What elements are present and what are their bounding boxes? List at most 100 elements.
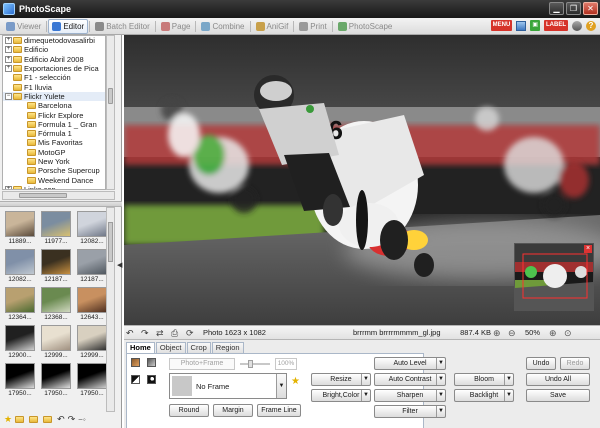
auto-level-button[interactable]: Auto Level ▼ — [374, 357, 446, 370]
thumbnail-item[interactable]: 12082... — [76, 211, 108, 249]
expand-toggle-icon[interactable]: + — [5, 55, 12, 63]
folder-tree-item[interactable]: F1 - selección — [3, 73, 105, 82]
resize-button[interactable]: Resize ▼ — [311, 373, 371, 386]
redo-button[interactable]: Redo — [560, 357, 590, 370]
back-arrow-icon[interactable]: ↶ — [57, 414, 65, 425]
folder-tree-item[interactable]: Flickr Explore — [3, 110, 105, 120]
favorite-star-icon[interactable]: ★ — [4, 414, 12, 425]
frame-style-icon[interactable] — [147, 358, 156, 367]
sharpen-button[interactable]: Sharpen ▼ — [374, 389, 446, 402]
effect-icon[interactable] — [147, 375, 156, 384]
menu-button[interactable]: MENU — [490, 20, 513, 31]
photo-frame-toggle[interactable]: Photo+Frame — [169, 358, 235, 370]
folder-tree-item[interactable]: + Edificio — [3, 45, 105, 54]
sharpen-dropdown-icon[interactable]: ▼ — [436, 390, 445, 401]
backlight-dropdown-icon[interactable]: ▼ — [504, 390, 513, 401]
save-button[interactable]: Save — [526, 389, 590, 402]
thumbnail-size-slider-icon[interactable]: −◦ — [78, 415, 86, 424]
rotate-right-icon[interactable]: ↷ — [141, 328, 152, 338]
frame-size-slider-knob[interactable] — [248, 360, 253, 368]
thumbnail-scroll-thumb[interactable] — [108, 222, 113, 262]
edit-tab-home[interactable]: Home — [126, 342, 155, 353]
save-image-icon[interactable]: ⎙ — [171, 328, 182, 338]
tab-viewer[interactable]: Viewer — [2, 19, 45, 34]
auto-contrast-button[interactable]: Auto Contrast ▼ — [374, 373, 446, 386]
bright-color-button[interactable]: Bright,Color ▼ — [311, 389, 371, 402]
zoom-fit-icon[interactable]: ⊕ — [493, 328, 504, 338]
collapse-sidebar-icon[interactable]: ◀ — [117, 261, 122, 269]
zoom-in-icon[interactable]: ⊕ — [549, 328, 560, 338]
undo-all-button[interactable]: Undo All — [526, 373, 590, 386]
chevron-down-icon[interactable]: ▼ — [276, 374, 286, 398]
folder-tree-item[interactable]: + Edificio Abril 2008 — [3, 55, 105, 64]
filter-dropdown-icon[interactable]: ▼ — [436, 406, 445, 417]
thumbnail-item[interactable]: 12643... — [76, 287, 108, 325]
thumbnail-item[interactable]: 11977... — [40, 211, 72, 249]
expand-toggle-icon[interactable]: − — [5, 92, 12, 100]
thumbnail-item[interactable]: 12999... — [40, 325, 72, 363]
tab-print[interactable]: Print — [295, 19, 330, 34]
thumbnail-scrollbar[interactable] — [106, 207, 115, 412]
margin-button[interactable]: Margin — [213, 404, 253, 417]
tab-anigif[interactable]: AniGif — [252, 19, 293, 34]
navigator-preview[interactable]: × — [514, 243, 594, 311]
edit-tab-region[interactable]: Region — [211, 342, 244, 353]
folder-tree-item[interactable]: Porsche Supercup — [3, 166, 105, 175]
navigator-close-icon[interactable]: × — [584, 245, 592, 253]
edit-tab-crop[interactable]: Crop — [186, 342, 211, 353]
tab-batch-editor[interactable]: Batch Editor — [91, 19, 154, 34]
folder-icon[interactable] — [15, 415, 25, 423]
tab-page[interactable]: Page — [157, 19, 195, 34]
thumbnail-item[interactable]: 12368... — [40, 287, 72, 325]
frame-line-button[interactable]: Frame Line — [257, 404, 301, 417]
folder-tree-item[interactable]: New York — [3, 157, 105, 166]
sidebar-splitter[interactable] — [0, 201, 122, 207]
folder-tree-item[interactable]: Mis Favoritas — [3, 138, 105, 147]
folder-tree-scrollbar[interactable] — [106, 35, 115, 190]
tab-editor[interactable]: Editor — [48, 18, 89, 34]
minimize-button[interactable]: ▁ — [549, 2, 564, 15]
frame-size-slider[interactable] — [240, 360, 270, 368]
settings-icon[interactable] — [572, 20, 582, 31]
filter-button[interactable]: Filter ▼ — [374, 405, 446, 418]
zoom-minus-icon[interactable]: ⊖ — [508, 328, 519, 338]
folder-tree[interactable]: + dimequetodovasalirbi + Edificio + Edificio … — [2, 35, 106, 190]
folder-tree-item[interactable]: + dimequetodovasalirbi — [3, 36, 105, 45]
flip-icon[interactable]: ⇄ — [156, 328, 167, 338]
folder-tree-scroll-thumb[interactable] — [108, 88, 113, 104]
edit-tab-object[interactable]: Object — [155, 342, 186, 353]
tab-photoscape[interactable]: PhotoScape — [334, 19, 397, 34]
folder-up-icon[interactable] — [29, 415, 39, 423]
skin-button[interactable]: LABEL — [544, 20, 568, 31]
full-screen-icon[interactable]: ▣ — [530, 20, 540, 31]
thumbnail-item[interactable]: 12187... — [76, 249, 108, 287]
folder-tree-horizontal-scrollbar[interactable] — [2, 191, 115, 200]
close-button[interactable]: ✕ — [583, 2, 598, 15]
folder-open-icon[interactable] — [43, 415, 53, 423]
folder-tree-item[interactable]: F1 lluvia — [3, 82, 105, 92]
horizontal-scroll-thumb[interactable] — [19, 193, 67, 198]
expand-toggle-icon[interactable]: + — [5, 46, 12, 54]
expand-toggle-icon[interactable]: + — [5, 37, 12, 45]
thumbnail-item[interactable]: 11889... — [4, 211, 36, 249]
folder-tree-item[interactable]: − Flickr Yulete — [3, 91, 105, 102]
bright-color-dropdown-icon[interactable]: ▼ — [361, 390, 370, 401]
thumbnail-item[interactable]: 12364... — [4, 287, 36, 325]
refresh-icon[interactable]: ⟳ — [186, 328, 197, 338]
folder-tree-item[interactable]: Formula 1 _ Gran — [3, 120, 105, 129]
contrast-icon[interactable] — [131, 375, 140, 384]
resize-dropdown-icon[interactable]: ▼ — [361, 374, 370, 385]
favorite-frame-star-icon[interactable]: ★ — [291, 376, 300, 387]
undo-button[interactable]: Undo — [526, 357, 556, 370]
bloom-dropdown-icon[interactable]: ▼ — [504, 374, 513, 385]
folder-tree-item[interactable]: Barcelona — [3, 101, 105, 110]
zoom-original-icon[interactable]: ⊙ — [564, 328, 575, 338]
folder-tree-item[interactable]: Weekend Dance — [3, 175, 105, 185]
backlight-button[interactable]: Backlight ▼ — [454, 389, 514, 402]
frame-select[interactable]: No Frame ▼ — [169, 373, 287, 399]
frame-color-icon[interactable] — [131, 358, 140, 367]
rotate-left-icon[interactable]: ↶ — [126, 328, 137, 338]
thumbnail-item[interactable]: 17950... — [40, 363, 72, 401]
round-button[interactable]: Round — [169, 404, 209, 417]
photo-canvas[interactable]: 16 × — [124, 35, 600, 325]
